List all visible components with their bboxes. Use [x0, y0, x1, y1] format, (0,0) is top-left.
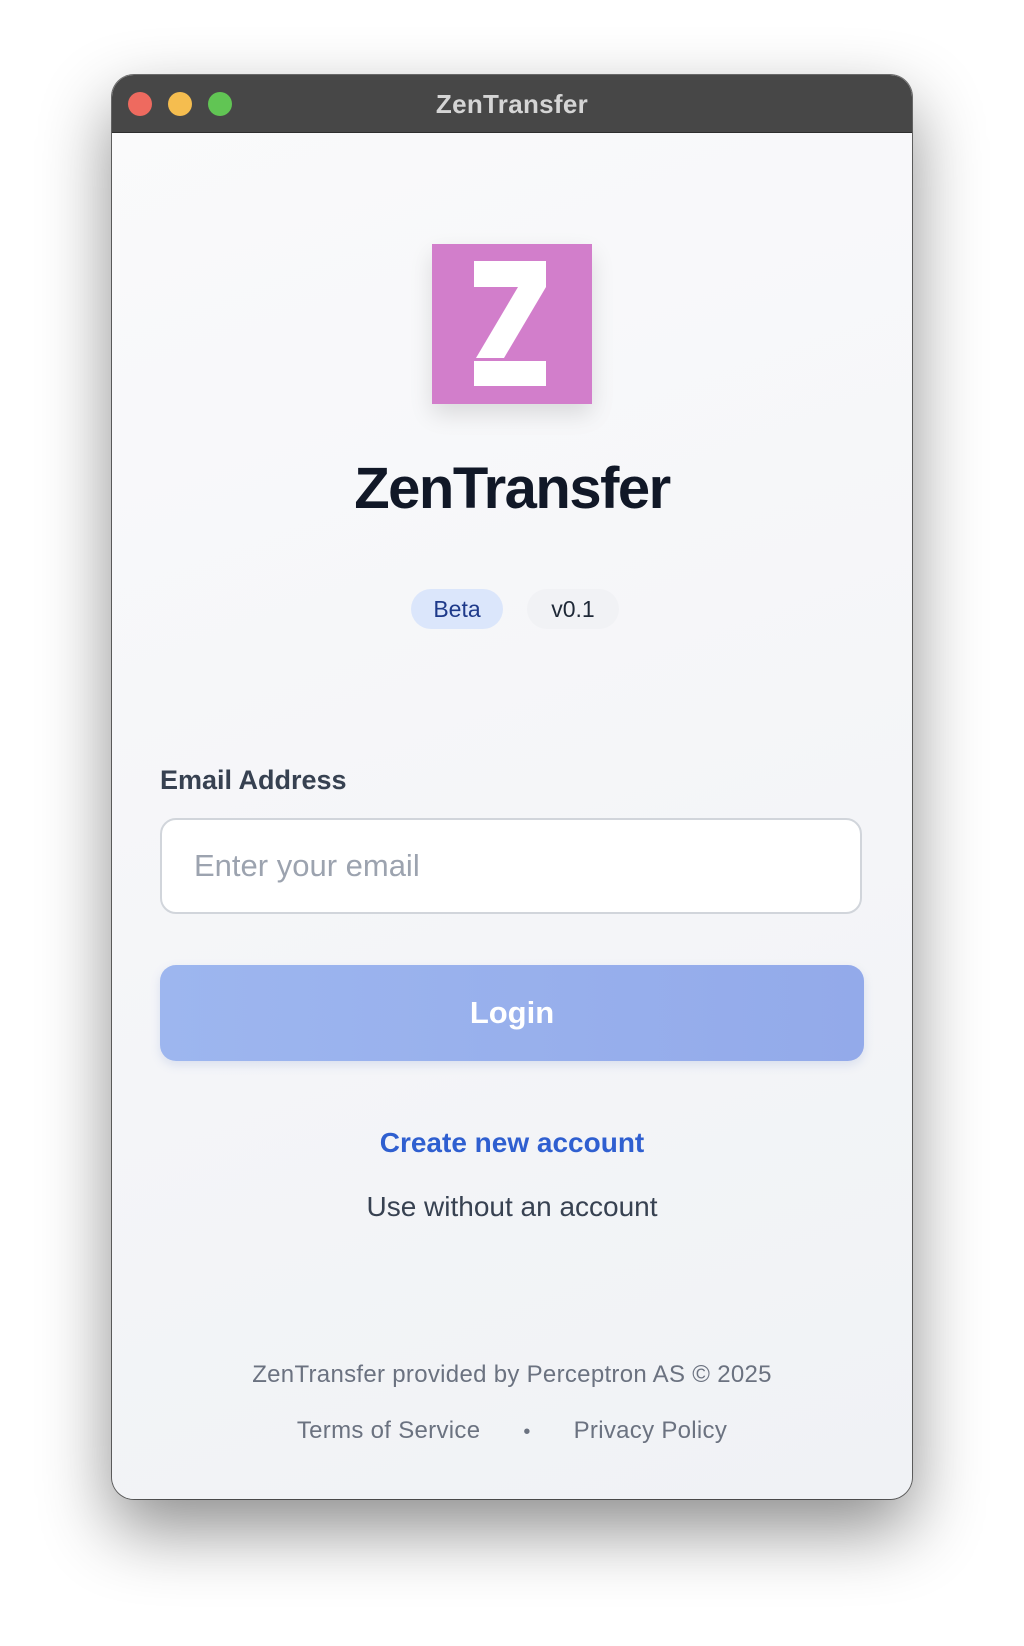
terms-of-service-link[interactable]: Terms of Service: [297, 1417, 481, 1445]
window-title: ZenTransfer: [435, 89, 589, 119]
email-field[interactable]: [160, 818, 862, 914]
app-name-heading: ZenTransfer: [354, 456, 671, 521]
use-without-account-link[interactable]: Use without an account: [112, 1191, 912, 1223]
footer-separator: •: [523, 1421, 531, 1443]
create-account-link[interactable]: Create new account: [112, 1127, 912, 1159]
privacy-policy-link[interactable]: Privacy Policy: [574, 1417, 728, 1445]
zentransfer-logo-icon: [432, 244, 592, 404]
beta-badge: Beta: [411, 589, 503, 629]
footer-copyright: ZenTransfer provided by Perceptron AS © …: [252, 1361, 772, 1388]
footer-links: Terms of Service • Privacy Policy: [112, 1417, 912, 1445]
login-button[interactable]: Login: [160, 965, 864, 1061]
email-field-label: Email Address: [160, 765, 347, 795]
title-bar[interactable]: ZenTransfer: [112, 75, 912, 133]
version-badge: v0.1: [527, 589, 619, 629]
app-window: ZenTransfer ZenTransfer Beta v0.1 Email …: [112, 75, 912, 1499]
